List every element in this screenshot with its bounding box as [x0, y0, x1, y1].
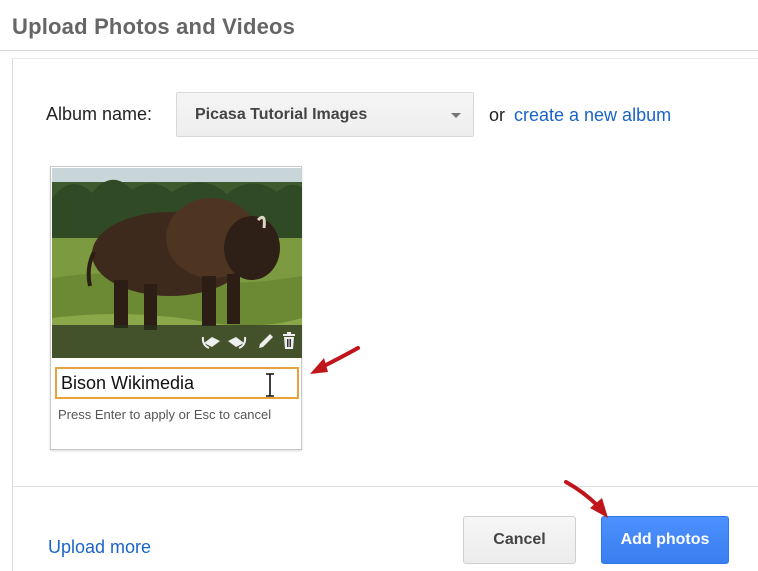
footer-divider: [12, 486, 758, 487]
caption-input[interactable]: [55, 367, 299, 399]
caption-hint: Press Enter to apply or Esc to cancel: [58, 407, 272, 422]
album-select-value: Picasa Tutorial Images: [195, 106, 368, 123]
album-name-label: Album name:: [46, 104, 153, 124]
create-new-album-link[interactable]: create a new album: [514, 105, 671, 126]
rotate-right-icon[interactable]: [226, 331, 248, 351]
trash-icon[interactable]: [278, 331, 300, 351]
pencil-icon[interactable]: [254, 331, 276, 351]
upload-more-link[interactable]: Upload more: [48, 537, 151, 558]
add-photos-button[interactable]: Add photos: [601, 516, 729, 564]
cancel-button[interactable]: Cancel: [463, 516, 576, 564]
rotate-left-icon[interactable]: [200, 331, 222, 351]
photo-card: Press Enter to apply or Esc to cancel: [50, 166, 302, 450]
album-select[interactable]: Picasa Tutorial Images: [176, 92, 474, 137]
chevron-down-icon: [451, 113, 461, 118]
or-text: or: [489, 105, 506, 125]
text-cursor-icon: [266, 373, 274, 397]
title-divider: [0, 50, 758, 51]
dialog-title: Upload Photos and Videos: [12, 14, 296, 39]
photo-toolbar: [52, 325, 302, 358]
